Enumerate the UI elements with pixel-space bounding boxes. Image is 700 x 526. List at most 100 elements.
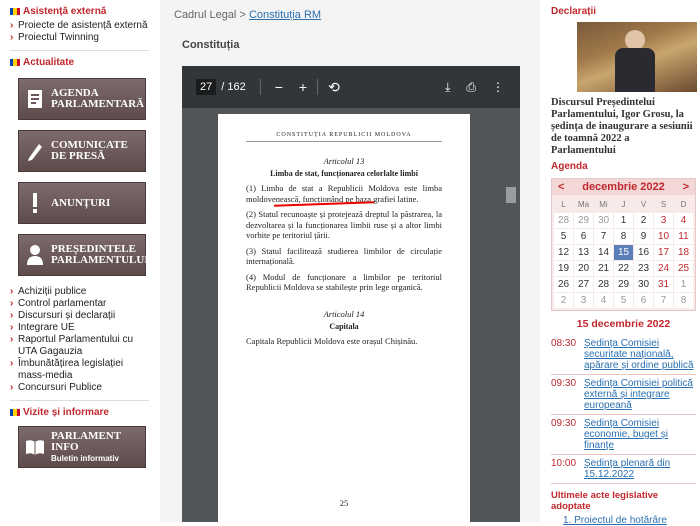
- event-time: 09:30: [551, 378, 577, 389]
- calendar-day[interactable]: 26: [554, 277, 573, 292]
- print-icon[interactable]: ⎙: [466, 80, 476, 95]
- download-icon[interactable]: ⤓: [445, 80, 450, 95]
- link-speeches[interactable]: Discursuri și declarații: [10, 310, 149, 322]
- news-headline[interactable]: Discursul Președintelui Parlamentului, I…: [551, 97, 696, 157]
- article-13-heading: Articolul 13: [323, 156, 365, 166]
- link-public-procurement[interactable]: Achiziții publice: [10, 286, 149, 298]
- event-item: 10:00 Ședința plenară din 15.12.2022: [551, 455, 696, 484]
- calendar-day[interactable]: 1: [674, 277, 693, 292]
- link-eu-integration[interactable]: Integrare UE: [10, 322, 149, 334]
- link-external-projects[interactable]: Proiecte de asistență externă: [10, 20, 149, 32]
- event-link[interactable]: Ședința Comisiei economie, buget și fina…: [584, 418, 696, 451]
- announcements-button[interactable]: Anunțuri: [18, 182, 146, 224]
- calendar-dayname: Ma: [577, 200, 590, 209]
- calendar-day[interactable]: 3: [574, 293, 593, 308]
- article-13-paragraph-1: (1) Limba de stat a Republicii Moldova e…: [246, 183, 442, 207]
- event-item: 09:30 Ședința Comisiei politică externă …: [551, 375, 696, 415]
- calendar-prev-button[interactable]: <: [558, 181, 564, 193]
- calendar-day[interactable]: 5: [554, 229, 573, 244]
- zoom-out-icon[interactable]: −: [275, 79, 283, 95]
- calendar-day[interactable]: 12: [554, 245, 573, 260]
- calendar-day[interactable]: 13: [574, 245, 593, 260]
- zoom-in-icon[interactable]: +: [299, 79, 307, 95]
- toolbar-divider: [317, 79, 319, 95]
- calendar-day[interactable]: 9: [634, 229, 653, 244]
- calendar-day[interactable]: 8: [674, 293, 693, 308]
- calendar-day[interactable]: 6: [634, 293, 653, 308]
- calendar-day[interactable]: 31: [654, 277, 673, 292]
- article-13-paragraph-3: (3) Statul facilitează studierea limbilo…: [246, 245, 442, 267]
- latest-acts-title: Ultimele acte legislative adoptate: [551, 490, 659, 512]
- link-twinning[interactable]: Proiectul Twinning: [10, 32, 149, 44]
- calendar-day[interactable]: 25: [674, 261, 693, 276]
- calendar-day[interactable]: 24: [654, 261, 673, 276]
- main-links: Achiziții publice Control parlamentar Di…: [10, 286, 149, 394]
- event-link[interactable]: Ședința plenară din 15.12.2022: [584, 458, 696, 480]
- event-link[interactable]: Ședința Comisiei securitate națională, a…: [584, 338, 696, 371]
- toolbar-divider: [259, 79, 261, 95]
- calendar-day[interactable]: 2: [554, 293, 573, 308]
- president-button[interactable]: Președintele Parlamentului: [18, 234, 149, 276]
- calendar-day[interactable]: 27: [574, 277, 593, 292]
- event-time: 10:00: [551, 458, 577, 469]
- calendar-day[interactable]: 11: [674, 229, 693, 244]
- event-link[interactable]: Ședința Comisiei politică externă și int…: [584, 378, 696, 411]
- calendar-day[interactable]: 3: [654, 213, 673, 228]
- calendar-day[interactable]: 20: [574, 261, 593, 276]
- calendar-day[interactable]: 23: [634, 261, 653, 276]
- link-gagauzia-report[interactable]: Raportul Parlamentului cu UTA Gagauzia: [10, 334, 149, 358]
- agenda-title: Agenda: [551, 161, 588, 172]
- event-time: 09:30: [551, 418, 577, 429]
- calendar-dayname: D: [680, 200, 687, 209]
- calendar-day[interactable]: 6: [574, 229, 593, 244]
- calendar-day[interactable]: 4: [594, 293, 613, 308]
- calendar-day[interactable]: 5: [614, 293, 633, 308]
- calendar-next-button[interactable]: >: [683, 181, 689, 193]
- pdf-page: CONSTITUȚIA REPUBLICII MOLDOVA Articolul…: [218, 114, 470, 522]
- calendar-day[interactable]: 19: [554, 261, 573, 276]
- calendar-day[interactable]: 10: [654, 229, 673, 244]
- link-parliamentary-control[interactable]: Control parlamentar: [10, 298, 149, 310]
- calendar-day[interactable]: 17: [654, 245, 673, 260]
- calendar-day[interactable]: 14: [594, 245, 613, 260]
- pdf-page-header: CONSTITUȚIA REPUBLICII MOLDOVA: [246, 132, 442, 142]
- calendar-day[interactable]: 18: [674, 245, 693, 260]
- calendar-dayname: Mi: [599, 200, 608, 209]
- calendar-day[interactable]: 21: [594, 261, 613, 276]
- calendar-day[interactable]: 28: [554, 213, 573, 228]
- calendar-day[interactable]: 8: [614, 229, 633, 244]
- breadcrumb: Cadrul Legal > Constituția RM: [174, 9, 322, 21]
- news-photo[interactable]: [577, 22, 697, 92]
- article-14-heading: Articolul 14: [323, 308, 365, 319]
- calendar-day[interactable]: 22: [614, 261, 633, 276]
- pdf-viewer[interactable]: 27 / 162 − + ⟲ ⤓ ⎙ ⋮ CONSTITUȚIA REPUBLI…: [182, 66, 520, 522]
- agenda-button[interactable]: Agenda parlamentară: [18, 78, 146, 120]
- calendar-day[interactable]: 7: [594, 229, 613, 244]
- calendar-day[interactable]: 1: [614, 213, 633, 228]
- calendar-day[interactable]: 15: [614, 245, 633, 260]
- breadcrumb-current[interactable]: Constituția RM: [249, 9, 321, 21]
- page-number-input[interactable]: 27: [196, 79, 217, 95]
- parlament-info-button[interactable]: Parlament Info Buletin informativ: [18, 426, 146, 468]
- calendar-day[interactable]: 28: [594, 277, 613, 292]
- pdf-scrollbar[interactable]: [506, 187, 516, 203]
- calendar-day[interactable]: 30: [594, 213, 613, 228]
- exclamation-icon: [25, 191, 45, 215]
- event-item: 09:30 Ședința Comisiei economie, buget ș…: [551, 415, 696, 455]
- breadcrumb-root[interactable]: Cadrul Legal: [174, 9, 236, 21]
- rotate-icon[interactable]: ⟲: [328, 79, 340, 96]
- calendar-day[interactable]: 29: [614, 277, 633, 292]
- calendar-day[interactable]: 16: [634, 245, 653, 260]
- calendar-day[interactable]: 30: [634, 277, 653, 292]
- event-item: 08:30 Ședința Comisiei securitate națion…: [551, 335, 696, 375]
- external-assistance-links: Proiecte de asistență externă Proiectul …: [10, 20, 149, 44]
- link-mass-media-legislation[interactable]: Îmbunătățirea legislației mass-media: [10, 358, 149, 382]
- calendar-day[interactable]: 2: [634, 213, 653, 228]
- calendar-day[interactable]: 29: [574, 213, 593, 228]
- more-options-icon[interactable]: ⋮: [492, 80, 504, 94]
- press-releases-button[interactable]: Comunicate de presă: [18, 130, 146, 172]
- calendar-day[interactable]: 4: [674, 213, 693, 228]
- calendar-day[interactable]: 7: [654, 293, 673, 308]
- latest-act-link[interactable]: 1. Proiectul de hotărâre: [551, 515, 696, 526]
- link-public-contests[interactable]: Concursuri Publice: [10, 382, 149, 394]
